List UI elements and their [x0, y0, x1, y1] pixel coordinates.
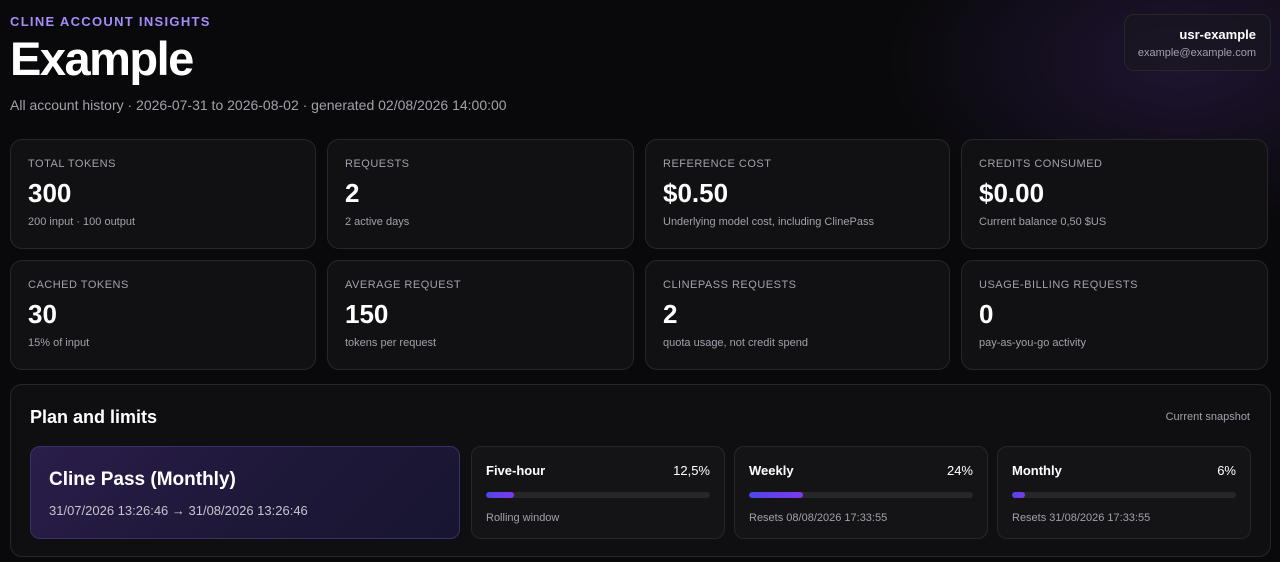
stat-note: 2 active days — [345, 216, 410, 228]
stat-note: pay-as-you-go activity — [979, 337, 1086, 349]
stat-note: tokens per request — [345, 337, 437, 349]
limit-card-weekly: Weekly 24% Resets 08/08/2026 17:33:55 — [734, 446, 988, 539]
stat-label: TOTAL TOKENS — [28, 158, 116, 170]
plan-dates: 31/07/2026 13:26:46 → 31/08/2026 13:26:4… — [49, 503, 308, 518]
stat-value: $0.00 — [979, 178, 1045, 208]
stat-value: 30 — [28, 299, 57, 329]
stat-card-clinepass-requests: CLINEPASS REQUESTS 2 quota usage, not cr… — [645, 260, 950, 370]
stat-card-reference-cost: REFERENCE COST $0.50 Underlying model co… — [645, 139, 950, 249]
plan-card: Cline Pass (Monthly) 31/07/2026 13:26:46… — [30, 446, 460, 539]
page-title: Example — [10, 32, 194, 85]
limit-name: Five-hour — [486, 463, 546, 478]
stat-label: REFERENCE COST — [663, 158, 772, 170]
limit-percent: 6% — [1217, 463, 1236, 478]
plan-section-title: Plan and limits — [30, 407, 158, 427]
stat-note: 15% of input — [28, 337, 90, 349]
stat-note: quota usage, not credit spend — [663, 337, 808, 349]
limit-progress-bar — [749, 492, 973, 498]
stat-card-cached-tokens: CACHED TOKENS 30 15% of input — [10, 260, 316, 370]
stat-card-usage-billing-requests: USAGE-BILLING REQUESTS 0 pay-as-you-go a… — [961, 260, 1268, 370]
stat-note: 200 input · 100 output — [28, 216, 136, 228]
user-email: example@example.com — [1137, 47, 1256, 59]
stat-value: 300 — [28, 178, 72, 208]
stats-grid: TOTAL TOKENS 300 200 input · 100 output … — [10, 139, 1268, 370]
limit-note: Resets 08/08/2026 17:33:55 — [749, 512, 888, 524]
limit-name: Monthly — [1012, 463, 1062, 478]
stat-note: Underlying model cost, including ClinePa… — [663, 216, 874, 228]
page-header: CLINE ACCOUNT INSIGHTS Example All accou… — [10, 14, 507, 113]
stat-label: AVERAGE REQUEST — [345, 279, 462, 291]
limit-note: Resets 31/08/2026 17:33:55 — [1012, 512, 1151, 524]
stat-card-total-tokens: TOTAL TOKENS 300 200 input · 100 output — [10, 139, 316, 249]
stat-value: 2 — [663, 299, 678, 329]
plan-limits-panel: Plan and limits Current snapshot Cline P… — [10, 384, 1271, 557]
limit-name: Weekly — [749, 463, 794, 478]
limit-progress-fill — [1012, 492, 1026, 498]
stat-label: CLINEPASS REQUESTS — [663, 279, 797, 291]
stat-card-average-request: AVERAGE REQUEST 150 tokens per request — [327, 260, 634, 370]
user-name: usr-example — [1179, 27, 1256, 42]
snapshot-label: Current snapshot — [1165, 411, 1250, 423]
stat-value: 150 — [345, 299, 389, 329]
limit-card-five-hour: Five-hour 12,5% Rolling window — [471, 446, 725, 539]
limit-percent: 24% — [946, 463, 973, 478]
stat-label: CACHED TOKENS — [28, 279, 129, 291]
limit-progress-bar — [1012, 492, 1236, 498]
limit-note: Rolling window — [486, 512, 560, 524]
limit-progress-fill — [486, 492, 514, 498]
stat-card-requests: REQUESTS 2 2 active days — [327, 139, 634, 249]
stat-note: Current balance 0,50 $US — [979, 216, 1107, 228]
limit-progress-bar — [486, 492, 710, 498]
user-card[interactable]: usr-example example@example.com — [1124, 14, 1271, 71]
stat-value: $0.50 — [663, 178, 729, 208]
stat-label: CREDITS CONSUMED — [979, 158, 1103, 170]
stat-value: 2 — [345, 178, 360, 208]
plan-name: Cline Pass (Monthly) — [49, 469, 236, 490]
limit-percent: 12,5% — [673, 463, 710, 478]
limit-card-monthly: Monthly 6% Resets 31/08/2026 17:33:55 — [997, 446, 1251, 539]
limit-progress-fill — [749, 492, 803, 498]
stat-card-credits-consumed: CREDITS CONSUMED $0.00 Current balance 0… — [961, 139, 1268, 249]
stat-label: USAGE-BILLING REQUESTS — [979, 279, 1138, 291]
stat-label: REQUESTS — [345, 158, 410, 170]
page-subtitle: All account history · 2026-07-31 to 2026… — [10, 97, 507, 113]
stat-value: 0 — [979, 299, 994, 329]
eyebrow-label: CLINE ACCOUNT INSIGHTS — [10, 14, 211, 29]
